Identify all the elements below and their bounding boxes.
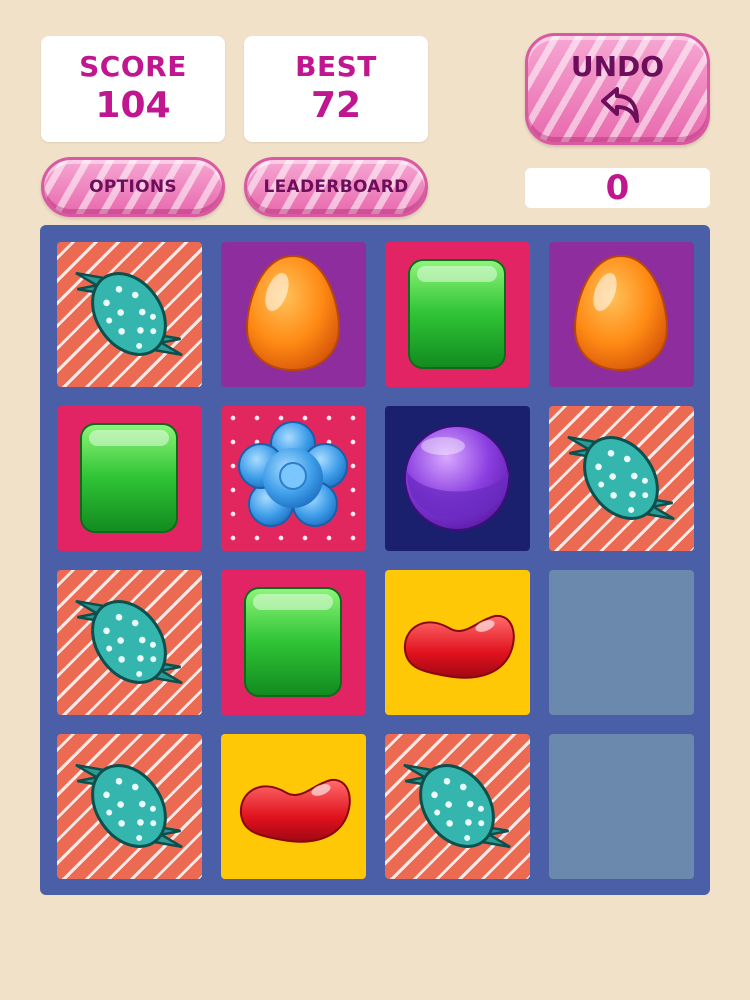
- leaderboard-label: LEADERBOARD: [263, 177, 409, 197]
- undo-label: UNDO: [570, 50, 665, 83]
- score-value: 104: [95, 85, 171, 126]
- red-jellybean-icon: [239, 778, 351, 843]
- best-label: BEST: [295, 50, 377, 83]
- green-gummy-icon: [80, 423, 178, 533]
- red-jellybean-icon: [403, 614, 515, 679]
- purple-lollipop-tile[interactable]: [385, 406, 530, 551]
- undo-button[interactable]: UNDO: [525, 33, 710, 145]
- orange-jellybean-tile[interactable]: [221, 242, 366, 387]
- best-value: 72: [310, 85, 362, 126]
- options-button[interactable]: OPTIONS: [41, 157, 225, 217]
- purple-lollipop-icon: [404, 425, 510, 531]
- empty-cell[interactable]: [549, 570, 694, 715]
- green-gummy-icon: [408, 259, 506, 369]
- green-gummy-tile[interactable]: [385, 242, 530, 387]
- red-jellybean-tile[interactable]: [221, 734, 366, 879]
- wrapped-candy-icon: [75, 599, 183, 685]
- wrapped-candy-tile[interactable]: [549, 406, 694, 551]
- undo-count: 0: [525, 168, 710, 208]
- blue-flower-candy-tile[interactable]: [221, 406, 366, 551]
- options-label: OPTIONS: [89, 177, 177, 197]
- green-gummy-tile[interactable]: [221, 570, 366, 715]
- wrapped-candy-tile[interactable]: [57, 570, 202, 715]
- wrapped-candy-tile[interactable]: [385, 734, 530, 879]
- leaderboard-button[interactable]: LEADERBOARD: [244, 157, 428, 217]
- green-gummy-icon: [244, 587, 342, 697]
- orange-jellybean-icon: [573, 254, 669, 372]
- wrapped-candy-tile[interactable]: [57, 734, 202, 879]
- wrapped-candy-icon: [403, 763, 511, 849]
- best-box: BEST 72: [244, 36, 428, 142]
- orange-jellybean-tile[interactable]: [549, 242, 694, 387]
- wrapped-candy-icon: [567, 435, 675, 521]
- score-box: SCORE 104: [41, 36, 225, 142]
- wrapped-candy-icon: [75, 763, 183, 849]
- empty-cell[interactable]: [549, 734, 694, 879]
- orange-jellybean-icon: [245, 254, 341, 372]
- score-label: SCORE: [79, 50, 187, 83]
- green-gummy-tile[interactable]: [57, 406, 202, 551]
- wrapped-candy-icon: [75, 271, 183, 357]
- red-jellybean-tile[interactable]: [385, 570, 530, 715]
- undo-arrow-icon: [600, 87, 639, 123]
- blue-flower-candy-icon: [238, 421, 348, 527]
- game-board: [40, 225, 710, 895]
- wrapped-candy-tile[interactable]: [57, 242, 202, 387]
